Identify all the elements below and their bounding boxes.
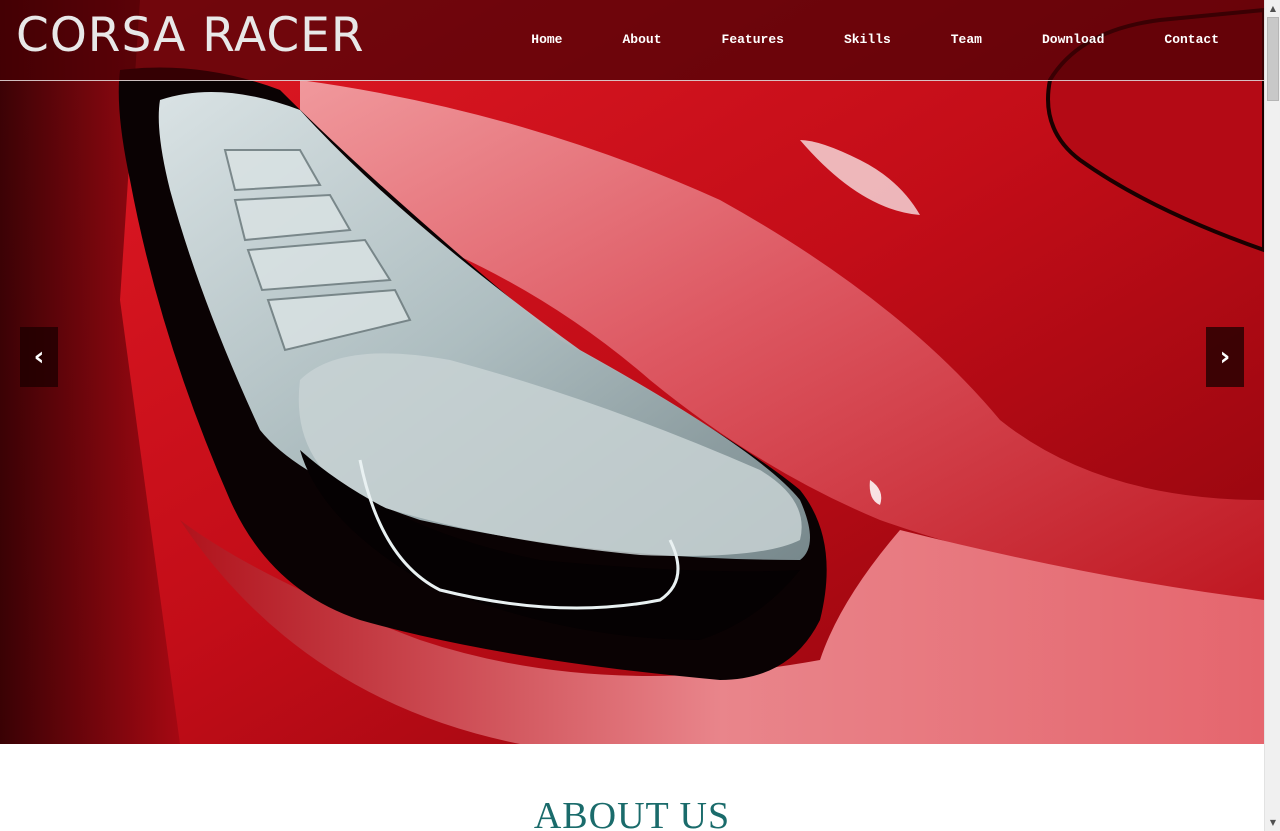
scroll-down-icon[interactable]: ▼ xyxy=(1265,814,1280,831)
chevron-right-icon: › xyxy=(1219,342,1231,372)
nav-download[interactable]: Download xyxy=(1042,31,1104,49)
nav-contact[interactable]: Contact xyxy=(1164,31,1219,49)
nav-about[interactable]: About xyxy=(623,31,662,49)
chevron-left-icon: ‹ xyxy=(33,342,45,372)
nav-home[interactable]: Home xyxy=(531,31,562,49)
main-nav: Home About Features Skills Team Download… xyxy=(531,31,1219,49)
scroll-up-icon[interactable]: ▲ xyxy=(1265,0,1280,17)
hero-carousel xyxy=(0,0,1264,744)
about-title: ABOUT US xyxy=(533,795,731,831)
about-section: ABOUT US xyxy=(0,744,1264,831)
nav-team[interactable]: Team xyxy=(951,31,982,49)
car-headlight-image xyxy=(0,0,1264,744)
nav-skills[interactable]: Skills xyxy=(844,31,891,49)
brand-logo[interactable]: CORSA RACER xyxy=(16,6,365,66)
nav-features[interactable]: Features xyxy=(722,31,784,49)
carousel-next-button[interactable]: › xyxy=(1206,327,1244,387)
vertical-scrollbar[interactable]: ▲ ▼ xyxy=(1264,0,1280,831)
scroll-thumb[interactable] xyxy=(1267,17,1279,101)
site-header: CORSA RACER Home About Features Skills T… xyxy=(0,0,1264,81)
carousel-prev-button[interactable]: ‹ xyxy=(20,327,58,387)
page: CORSA RACER Home About Features Skills T… xyxy=(0,0,1280,831)
